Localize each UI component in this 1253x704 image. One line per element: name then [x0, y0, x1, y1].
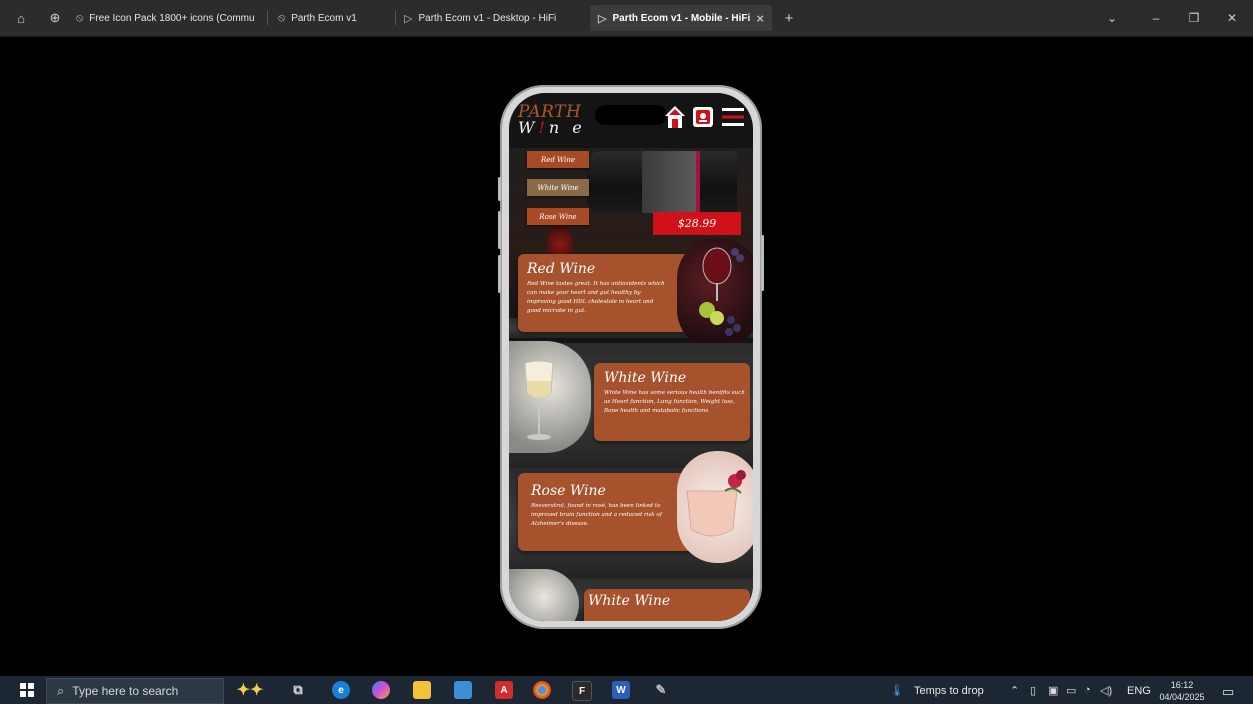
- bottle-label: [642, 151, 696, 213]
- tab-separator: [267, 11, 268, 25]
- white-wine-title: White Wine: [604, 370, 687, 386]
- weather-text[interactable]: Temps to drop: [914, 685, 984, 697]
- minimize-button[interactable]: –: [1146, 9, 1166, 27]
- phone-side-button: [498, 211, 501, 249]
- browser-tab-bar: ⌂ ⊕ ⦸ Free Icon Pack 1800+ icons (Commu …: [0, 0, 1253, 37]
- battery-icon[interactable]: ▭: [1066, 684, 1076, 697]
- logo-rest: n e: [548, 118, 586, 137]
- bottle-band: [696, 151, 700, 213]
- red-wine-glass-image: [677, 238, 753, 350]
- acrobat-icon[interactable]: A: [495, 681, 513, 699]
- clock[interactable]: 16:12 04/04/2025: [1156, 679, 1208, 703]
- notification-icon[interactable]: ▭: [1222, 684, 1234, 700]
- home-icon[interactable]: ⌂: [12, 9, 30, 27]
- close-window-button[interactable]: ✕: [1222, 9, 1242, 27]
- red-wine-description: Red Wine tastes great. It has antioxiden…: [527, 281, 665, 314]
- phone-side-button: [498, 177, 501, 201]
- white-wine-title-2: White Wine: [588, 593, 671, 609]
- white-wine-glass-image: [509, 341, 591, 453]
- price-tag[interactable]: $28.99: [653, 212, 741, 235]
- photos-icon[interactable]: [454, 681, 472, 699]
- new-tab-button[interactable]: +: [780, 9, 798, 27]
- edge-icon[interactable]: e: [332, 681, 350, 699]
- paint-icon[interactable]: ✎: [652, 681, 670, 699]
- rose-wine-description: Resveratrol, found in rosé, has been lin…: [531, 503, 662, 527]
- globe-icon[interactable]: ⊕: [46, 9, 64, 27]
- tab-separator: [395, 11, 396, 25]
- menu-icon[interactable]: [722, 107, 744, 127]
- language-indicator[interactable]: ENG: [1127, 685, 1151, 697]
- figma-icon[interactable]: F: [572, 681, 592, 701]
- chrome-icon[interactable]: [533, 681, 551, 699]
- word-icon[interactable]: W: [612, 681, 630, 699]
- logo-bang: !: [538, 118, 549, 137]
- play-icon: ▷: [404, 12, 413, 25]
- category-rose-wine-button[interactable]: Rose Wine: [527, 208, 589, 225]
- figma-file-icon: ⦸: [76, 11, 84, 24]
- rose-wine-title: Rose Wine: [531, 483, 606, 499]
- figma-file-icon: ⦸: [278, 11, 286, 24]
- tray-app-icon[interactable]: ▯: [1030, 684, 1036, 697]
- logo-w: W: [518, 118, 539, 137]
- phone-frame: PARTH W!n e Red Wine White Wine Rose Win…: [498, 85, 764, 629]
- chevron-down-icon[interactable]: ⌄: [1102, 9, 1122, 27]
- wifi-icon[interactable]: ◔: [1084, 684, 1091, 696]
- clock-date: 04/04/2025: [1159, 692, 1205, 702]
- chevron-up-icon[interactable]: ⌃: [1010, 684, 1019, 697]
- search-icon: ⌕: [57, 683, 65, 698]
- category-white-wine-button[interactable]: White Wine: [527, 179, 589, 196]
- logo-wine[interactable]: W!n e: [518, 118, 586, 137]
- tab-mobile-hifi[interactable]: ▷ Parth Ecom v1 - Mobile - HiFi ×: [590, 5, 772, 31]
- weather-thermometer-icon[interactable]: 🌡: [890, 684, 904, 697]
- taskbar-search-input[interactable]: ⌕ Type here to search: [46, 678, 224, 704]
- red-wine-title: Red Wine: [527, 261, 596, 277]
- play-icon: ▷: [598, 12, 607, 25]
- windows-taskbar: ⌕ Type here to search ✦✦ ⧉ e A F W ✎ 🌡 T…: [0, 676, 1253, 704]
- contact-icon[interactable]: [692, 106, 714, 128]
- restore-button[interactable]: ❐: [1184, 9, 1204, 27]
- volume-icon[interactable]: ◁): [1100, 684, 1112, 697]
- task-view-icon[interactable]: ⧉: [289, 681, 307, 699]
- tab-free-icon-pack[interactable]: ⦸ Free Icon Pack 1800+ icons (Commu: [76, 5, 262, 31]
- category-red-wine-button[interactable]: Red Wine: [527, 151, 589, 168]
- rose-wine-glass-image: [677, 451, 753, 563]
- phone-screen: PARTH W!n e Red Wine White Wine Rose Win…: [509, 93, 753, 621]
- home-icon[interactable]: [664, 105, 686, 129]
- copilot-sparkle-icon[interactable]: ✦✦: [228, 681, 272, 699]
- clock-time: 16:12: [1170, 680, 1194, 690]
- copilot-icon[interactable]: [372, 681, 390, 699]
- tab-parth-ecom[interactable]: ⦸ Parth Ecom v1: [278, 5, 390, 31]
- tab-desktop-hifi[interactable]: ▷ Parth Ecom v1 - Desktop - HiFi: [404, 5, 584, 31]
- dynamic-island: [595, 105, 667, 125]
- close-tab-icon[interactable]: ×: [756, 11, 764, 26]
- file-explorer-icon[interactable]: [413, 681, 431, 699]
- white-wine-description: White Wine has some serious health benif…: [604, 390, 745, 414]
- tray-app-icon[interactable]: ▣: [1048, 684, 1058, 697]
- phone-side-button: [761, 235, 764, 291]
- phone-side-button: [498, 255, 501, 293]
- windows-start-icon[interactable]: [20, 683, 34, 697]
